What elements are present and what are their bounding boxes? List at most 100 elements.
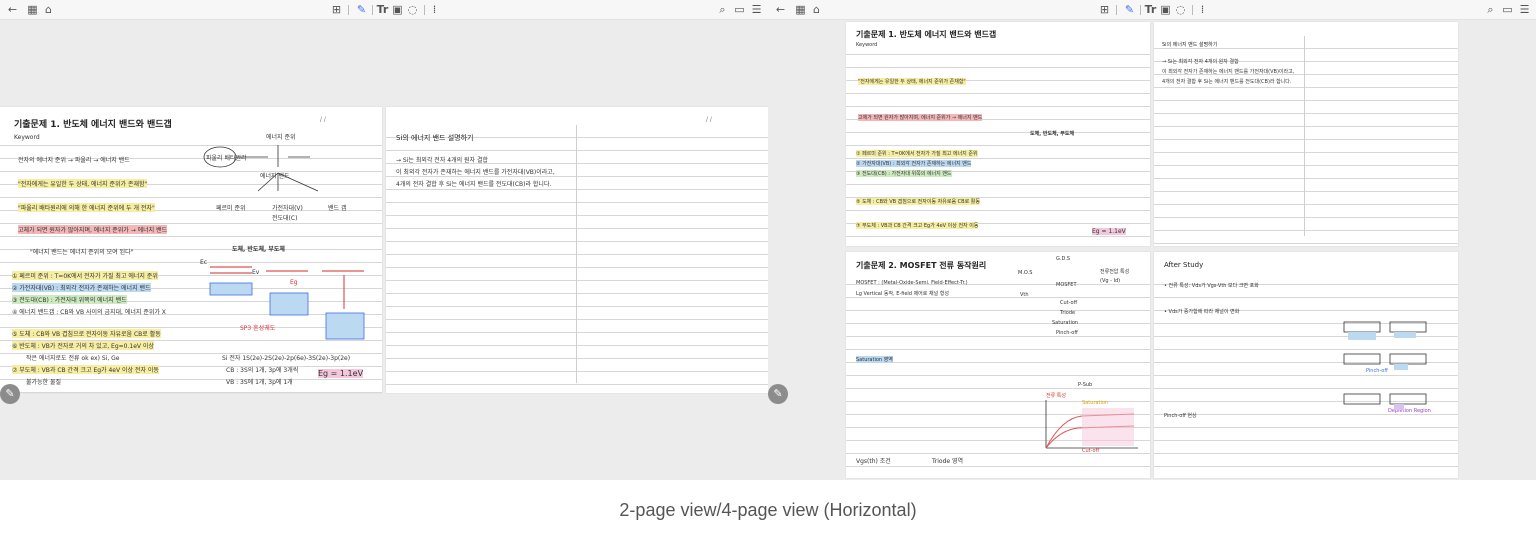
- toolbar: ← ▦ ⌂ ⊞ ✎ Tr ▣ ◌ ⁞ ⌕ ▭ ☰: [0, 0, 768, 20]
- image-icon[interactable]: ▣: [1159, 3, 1172, 16]
- note-line: 전류전압 특성: [1100, 269, 1130, 275]
- note-line: ④ 에너지 밴드갭 : CB와 VB 사이의 금지대, 에너지 준위가 X: [12, 309, 166, 316]
- more-icon[interactable]: ⁞: [1196, 3, 1209, 16]
- lasso-icon[interactable]: ◌: [1174, 3, 1187, 16]
- note-line: 가전자대(V): [272, 205, 303, 212]
- edit-pencil-button[interactable]: ✎: [0, 384, 20, 404]
- note-line: • 전류 특성: Vds가 Vgs-Vth 보다 크면 포화: [1164, 283, 1259, 289]
- note-line: • Vds가 증가함에 따라 채널이 변화: [1164, 309, 1240, 315]
- note-line: Cut-off: [1060, 300, 1078, 306]
- note-line: Triode 영역: [932, 458, 964, 465]
- image-icon[interactable]: ▣: [391, 3, 404, 16]
- four-page-view-pane: ← ▦ ⌂ ⊞ ✎ Tr ▣ ◌ ⁞ ⌕ ▭ ☰ 기출문제 1. 반도체 에너지…: [768, 0, 1536, 480]
- note-line: 고체가 되면 원자가 많아지며, 에너지 준위가 → 에너지 밴드: [858, 114, 983, 121]
- note-line: 밴드 갭: [328, 205, 347, 212]
- note-line: 이 최외각 전자가 존재하는 에너지 밴드를 가전자대(VB)이라고,: [1162, 69, 1295, 75]
- note-line: Triode: [1060, 310, 1076, 316]
- pen-icon[interactable]: ✎: [355, 3, 368, 16]
- ruled-lines: [386, 125, 768, 393]
- note-page-1[interactable]: 기출문제 1. 반도체 에너지 밴드와 밴드갭 Keyword "전자에게는 유…: [846, 22, 1150, 246]
- note-line: (Vg - Id): [1100, 278, 1121, 284]
- note-line: 페르미 준위: [216, 205, 246, 212]
- margin-line: [576, 125, 577, 383]
- toolbar-divider: [424, 5, 425, 15]
- note-line: Pinch-off 현상: [1164, 413, 1197, 419]
- note-line: Pinch-off: [1056, 330, 1078, 336]
- note-line: ⑦ 부도체 : VB과 CB 간격 크고 Eg가 4eV 이상 전자 이동: [12, 365, 159, 374]
- text-tool-icon[interactable]: Tr: [376, 3, 389, 16]
- note-line: ① 페르미 준위 : T=0K에서 전자가 가질 최고 에너지 준위: [856, 150, 978, 157]
- margin-line: [1304, 36, 1305, 236]
- page-title: Si의 에너지 밴드 설명하기: [396, 134, 474, 142]
- menu-icon[interactable]: ☰: [750, 3, 763, 16]
- note-page-4[interactable]: After Study • 전류 특성: Vds가 Vgs-Vth 보다 크면 …: [1154, 252, 1458, 478]
- note-line: MOSFET : (Metal-Oxide-Semi. Field-Effect…: [856, 280, 968, 286]
- search-icon[interactable]: ⌕: [716, 3, 729, 16]
- back-arrow-icon[interactable]: ←: [774, 3, 787, 16]
- note-line: "전자에게는 유일한 두 상태, 에너지 준위가 존재함": [858, 78, 966, 85]
- note-line: G.D.S: [1056, 256, 1071, 262]
- search-icon[interactable]: ⌕: [1484, 3, 1497, 16]
- thumbnails-icon[interactable]: ▦: [26, 3, 39, 16]
- text-tool-icon[interactable]: Tr: [1144, 3, 1157, 16]
- note-line: ⑤ 도체 : CB와 VB 겹침으로 전자이동 자유로움 CB로 활동: [856, 198, 980, 205]
- reader-mode-icon[interactable]: ▭: [733, 3, 746, 16]
- note-line: Vth: [1020, 292, 1029, 298]
- two-page-view-pane: ← ▦ ⌂ ⊞ ✎ Tr ▣ ◌ ⁞ ⌕ ▭ ☰ 기출문제 1. 반도체 에너지…: [0, 0, 768, 480]
- thumbnails-icon[interactable]: ▦: [794, 3, 807, 16]
- page-title: After Study: [1164, 261, 1204, 269]
- note-line: Eg = 1.1eV: [1092, 228, 1126, 235]
- edit-pencil-button[interactable]: ✎: [768, 384, 788, 404]
- more-icon[interactable]: ⁞: [428, 3, 441, 16]
- toolbar-divider: [1140, 5, 1141, 15]
- bookmark-icon[interactable]: ⌂: [810, 3, 823, 16]
- back-arrow-icon[interactable]: ←: [6, 3, 19, 16]
- bookmark-icon[interactable]: ⌂: [42, 3, 55, 16]
- note-line: ⑥ 반도체 : VB가 전자로 거의 차 있고, Eg=0.1eV 이상: [12, 341, 154, 350]
- note-line: 4개의 전자 결합 후 Si는 에너지 밴드를 전도대(CB)라 합니다.: [1162, 79, 1292, 85]
- note-line: "에너지 밴드는 에너지 준위의 모여 된다": [30, 249, 134, 256]
- note-line: 불가능한 물질: [26, 379, 62, 386]
- grid-icon[interactable]: ⊞: [1098, 3, 1111, 16]
- note-page-2[interactable]: Si의 에너지 밴드 설명하기 → Si는 최외각 전자 4개의 원자 결합 이…: [1154, 22, 1458, 246]
- note-line: MOSFET: [1056, 282, 1077, 288]
- note-line: "전자에게는 유일한 두 상태, 에너지 준위가 존재함": [18, 179, 148, 188]
- toolbar: ← ▦ ⌂ ⊞ ✎ Tr ▣ ◌ ⁞ ⌕ ▭ ☰: [768, 0, 1536, 20]
- note-line: Lg Vertical 동작, E-field 제어로 채널 형성: [856, 291, 949, 297]
- note-line: ③ 전도대(CB) : 가전자대 위쪽의 에너지 밴드: [12, 295, 127, 304]
- note-line: VB : 3S에 1개, 3p에 1개: [226, 379, 293, 386]
- note-line: Si 전자 1S(2e)-2S(2e)-2p(6e)-3S(2e)-3p(2e): [222, 355, 351, 362]
- toolbar-divider: [1116, 5, 1117, 15]
- grid-icon[interactable]: ⊞: [330, 3, 343, 16]
- note-page-1[interactable]: 기출문제 1. 반도체 에너지 밴드와 밴드갭 / / Keyword 전자의 …: [0, 107, 382, 393]
- note-line: 전도대(C): [272, 215, 298, 222]
- toolbar-divider: [348, 5, 349, 15]
- pen-icon[interactable]: ✎: [1123, 3, 1136, 16]
- note-line: "파울리 배타원리에 의해 한 에너지 준위에 두 개 전자": [18, 203, 155, 212]
- note-line: Vgs(th) 조건: [856, 458, 891, 465]
- note-line: Saturation 영역: [856, 356, 893, 363]
- note-line: 도체, 반도체, 부도체: [232, 246, 285, 253]
- page-number: / /: [706, 117, 712, 124]
- energy-flow-sketch: [203, 145, 319, 192]
- mosfet-channel-sketch: [1343, 321, 1427, 410]
- keyword-label: Keyword: [856, 42, 878, 48]
- reader-mode-icon[interactable]: ▭: [1501, 3, 1514, 16]
- ruled-lines: [846, 42, 1150, 246]
- energy-band-diagram: [209, 266, 365, 340]
- note-line: 도체, 반도체, 부도체: [1030, 131, 1075, 137]
- note-page-3[interactable]: 기출문제 2. MOSFET 전류 동작원리 MOSFET : (Metal-O…: [846, 252, 1150, 478]
- note-line: 작은 에너지로도 전류 ok ex) Si, Ge: [26, 355, 120, 362]
- note-line: 이 최외각 전자가 존재하는 에너지 밴드를 가전자대(VB)이라고,: [396, 169, 555, 176]
- note-line: ⑦ 부도체 : VB과 CB 간격 크고 Eg가 4eV 이상 전자 이동: [856, 222, 979, 229]
- lasso-icon[interactable]: ◌: [406, 3, 419, 16]
- page-title: Si의 에너지 밴드 설명하기: [1162, 42, 1218, 48]
- note-line: M.O.S: [1018, 270, 1033, 276]
- note-line: ③ 전도대(CB) : 가전자대 위쪽의 에너지 밴드: [856, 170, 952, 177]
- note-page-2[interactable]: Si의 에너지 밴드 설명하기 / / → Si는 최외각 전자 4개의 원자 …: [386, 107, 768, 393]
- note-line: ① 페르미 준위 : T=0K에서 전자가 가질 최고 에너지 준위: [12, 271, 158, 280]
- note-line: Eg = 1.1eV: [318, 369, 364, 378]
- note-line: Saturation: [1052, 320, 1079, 326]
- note-line: P-Sub: [1078, 382, 1093, 388]
- menu-icon[interactable]: ☰: [1518, 3, 1531, 16]
